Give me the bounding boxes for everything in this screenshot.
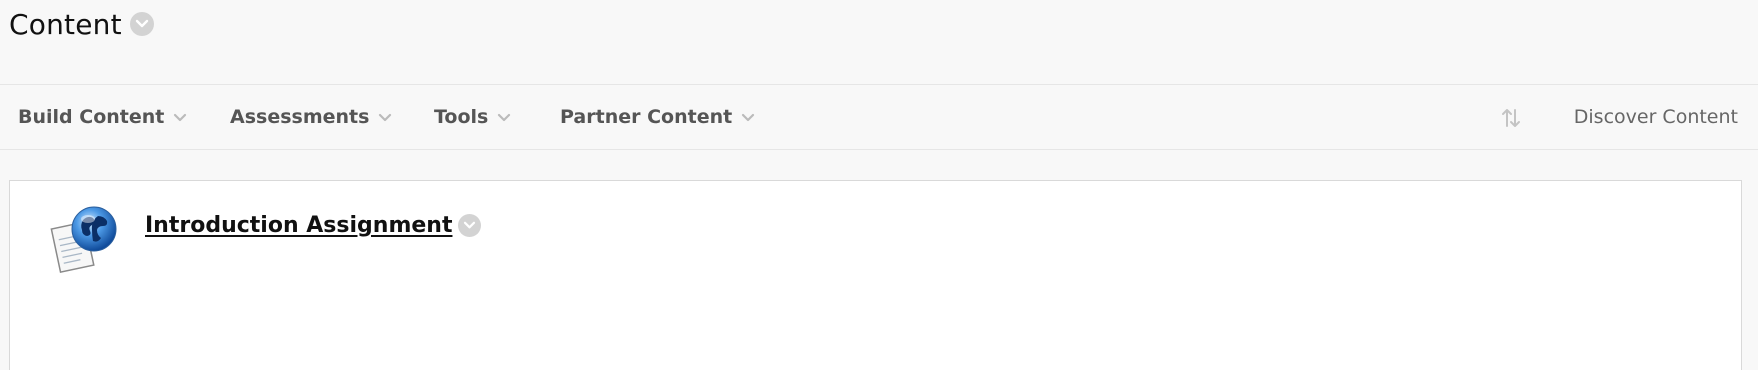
chevron-down-icon [497, 113, 511, 122]
page-title: Content [9, 7, 122, 41]
page-options-menu-button[interactable] [129, 12, 154, 36]
partner-content-menu[interactable]: Partner Content [560, 85, 755, 149]
page: Content Build Content Assessments Tools [0, 0, 1758, 370]
globe-document-icon [48, 203, 122, 275]
assessments-label: Assessments [230, 106, 370, 128]
build-content-label: Build Content [18, 106, 165, 128]
chevron-down-icon [173, 113, 187, 122]
chevron-down-icon [741, 113, 755, 122]
chevron-down-icon [135, 19, 148, 28]
item-options-menu-button[interactable] [458, 214, 482, 237]
partner-content-label: Partner Content [560, 106, 733, 128]
assessments-menu[interactable]: Assessments [230, 85, 392, 149]
page-header: Content [9, 4, 154, 44]
tools-menu[interactable]: Tools [434, 85, 511, 149]
build-content-menu[interactable]: Build Content [18, 85, 187, 149]
item-title-link[interactable]: Introduction Assignment [145, 213, 452, 238]
action-bar: Build Content Assessments Tools Partner … [0, 84, 1758, 150]
content-list: Introduction Assignment [9, 180, 1742, 370]
chevron-down-icon [378, 113, 392, 122]
item-title-row: Introduction Assignment [145, 213, 482, 238]
discover-content-link[interactable]: Discover Content [1574, 85, 1738, 149]
tools-label: Tools [434, 106, 489, 128]
reorder-arrows-icon[interactable] [1500, 106, 1522, 130]
chevron-down-icon [464, 221, 476, 229]
